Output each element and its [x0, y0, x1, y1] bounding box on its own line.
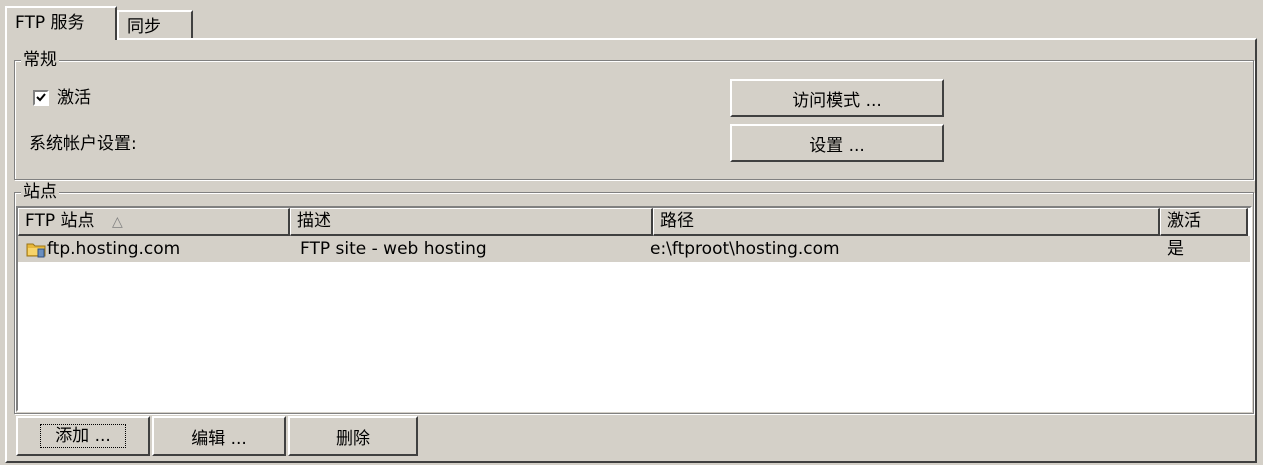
checkmark-icon	[36, 93, 46, 102]
column-header-active-label: 激活	[1167, 211, 1201, 231]
general-legend: 常规	[21, 50, 59, 70]
settings-button[interactable]: 设置 ...	[730, 124, 944, 162]
column-header-description-label: 描述	[297, 211, 331, 231]
access-mode-button[interactable]: 访问模式 ...	[730, 79, 944, 117]
column-header-ftp-site[interactable]: FTP 站点 △	[18, 208, 290, 236]
column-header-ftp-site-label: FTP 站点	[25, 211, 95, 231]
site-name-cell: ftp.hosting.com	[47, 239, 181, 259]
edit-button[interactable]: 编辑 ...	[152, 416, 286, 456]
path-cell: e:\ftproot\hosting.com	[650, 239, 840, 259]
sites-list-header: FTP 站点 △ 描述 路径 激活	[18, 208, 1250, 236]
activate-checkbox[interactable]	[33, 90, 49, 106]
settings-button-label: 设置 ...	[809, 135, 865, 156]
add-button-label: 添加 ...	[40, 424, 126, 448]
add-button[interactable]: 添加 ...	[16, 416, 150, 456]
access-mode-button-label: 访问模式 ...	[792, 90, 882, 111]
column-header-path[interactable]: 路径	[653, 208, 1160, 236]
system-account-label: 系统帐户设置:	[29, 134, 137, 154]
tab-ftp-service[interactable]: FTP 服务	[5, 6, 117, 40]
tab-ftp-service-label: FTP 服务	[15, 13, 85, 33]
delete-button-label: 删除	[336, 428, 370, 449]
delete-button[interactable]: 删除	[288, 416, 418, 456]
activate-label[interactable]: 激活	[57, 86, 91, 110]
sort-ascending-icon: △	[111, 214, 123, 230]
sites-list[interactable]: FTP 站点 △ 描述 路径 激活 ftp.hosting.com FTP si…	[16, 206, 1252, 412]
table-row[interactable]: ftp.hosting.com FTP site - web hosting e…	[18, 236, 1250, 262]
edit-button-label: 编辑 ...	[191, 428, 247, 449]
active-cell: 是	[1167, 239, 1184, 259]
description-cell: FTP site - web hosting	[300, 239, 487, 259]
column-header-active[interactable]: 激活	[1160, 208, 1248, 236]
general-group	[14, 60, 1254, 180]
tab-sync-label: 同步	[127, 17, 161, 37]
folder-icon	[26, 240, 46, 258]
tab-sync[interactable]: 同步	[117, 10, 193, 38]
column-header-path-label: 路径	[660, 211, 694, 231]
column-header-description[interactable]: 描述	[290, 208, 653, 236]
sites-legend: 站点	[21, 182, 59, 202]
